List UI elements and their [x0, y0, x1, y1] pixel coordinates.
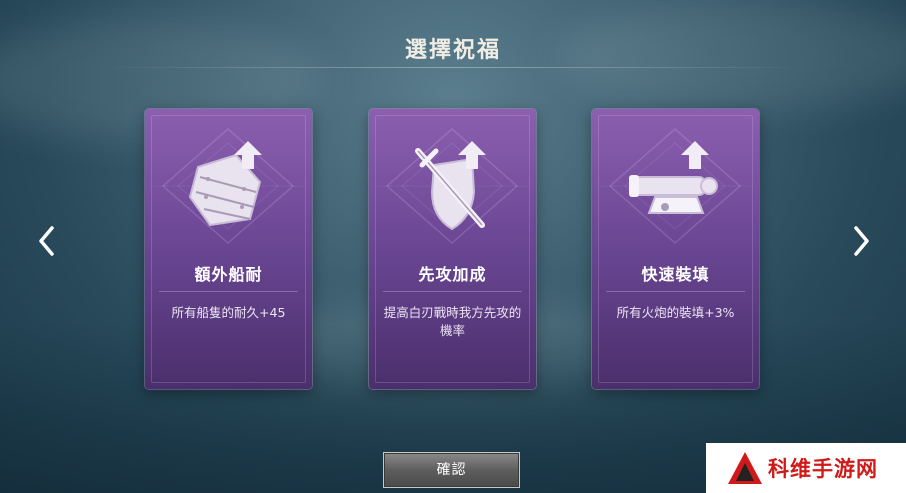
blessing-name: 快速裝填	[641, 265, 710, 284]
ship-plank-upgrade-icon	[188, 141, 262, 227]
watermark-banner: 科维手游网	[706, 443, 906, 493]
title-divider	[98, 67, 808, 68]
blessing-name: 先攻加成	[418, 265, 487, 284]
card-divider	[606, 291, 745, 292]
blessing-card-first-strike[interactable]: 先攻加成 提高白刃戰時我方先攻的機率	[369, 109, 536, 389]
cannon-upgrade-icon	[629, 141, 718, 214]
blessing-name: 額外船耐	[194, 265, 263, 284]
watermark-text: 科维手游网	[768, 457, 878, 481]
blessing-description: 提高白刃戰時我方先攻的機率	[383, 305, 522, 338]
chevron-right-icon[interactable]	[850, 224, 872, 258]
card-divider	[159, 291, 298, 292]
chevron-left-icon[interactable]	[36, 224, 58, 258]
blessing-description: 所有火炮的裝填+3%	[616, 305, 735, 320]
sword-shield-upgrade-icon	[415, 141, 486, 231]
blessing-card-fast-reload[interactable]: 快速裝填 所有火炮的裝填+3%	[592, 109, 759, 389]
watermark-logo-icon	[728, 452, 762, 484]
blessing-card-extra-durability[interactable]: 額外船耐 所有船隻的耐久+45	[145, 109, 312, 389]
screen-title: 選擇祝福	[404, 38, 501, 63]
confirm-button[interactable]: 確認	[383, 452, 520, 488]
blessing-description: 所有船隻的耐久+45	[171, 305, 286, 320]
card-divider	[383, 291, 522, 292]
